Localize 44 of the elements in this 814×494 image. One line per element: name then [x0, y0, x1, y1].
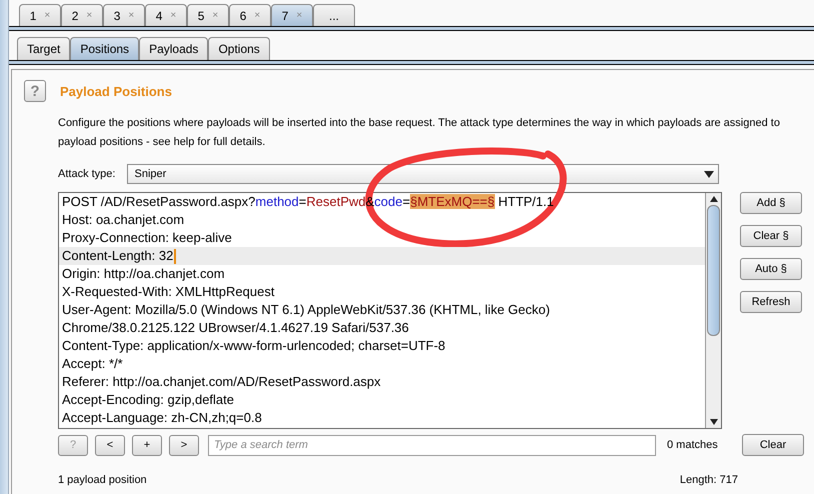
- request-line: Accept: */*: [62, 355, 123, 373]
- attack-tab[interactable]: 2 ×: [61, 4, 103, 26]
- search-field[interactable]: Type a search term: [208, 434, 656, 456]
- side-button[interactable]: Refresh: [740, 291, 802, 313]
- request-line: Host: oa.chanjet.com: [62, 211, 184, 229]
- attack-type-dropdown[interactable]: Sniper: [127, 164, 720, 184]
- section-title: Payload Positions: [60, 84, 172, 98]
- side-button[interactable]: Add §: [740, 192, 802, 214]
- attack-tab[interactable]: 1 ×: [19, 4, 61, 26]
- attack-tab[interactable]: ...: [313, 4, 355, 26]
- request-line: X-Requested-With: XMLHttpRequest: [62, 283, 274, 301]
- side-button[interactable]: Auto §: [740, 258, 802, 280]
- tab[interactable]: Options: [208, 37, 270, 60]
- clear-button[interactable]: Clear: [742, 434, 804, 456]
- attack-tab[interactable]: 5 ×: [187, 4, 229, 26]
- payload-position-count: 1 payload position: [58, 474, 147, 486]
- request-line: Content-Length: 32: [62, 247, 174, 265]
- request-editor[interactable]: [58, 192, 722, 429]
- request-line: User-Agent: Mozilla/5.0 (Windows NT 6.1) AppleWebKit/537.36 (KHTML, like Gecko): [62, 301, 550, 319]
- dropdown-arrow-icon: [704, 170, 714, 178]
- request-line: Origin: http://oa.chanjet.com: [62, 265, 225, 283]
- vertical-scrollbar[interactable]: [705, 193, 721, 428]
- attack-tab[interactable]: 6 ×: [229, 4, 271, 26]
- tab[interactable]: Target: [17, 37, 70, 60]
- match-count: 0 matches: [667, 439, 719, 451]
- request-length: Length: 717: [680, 474, 738, 486]
- request-line: Content-Type: application/x-www-form-urlencoded; charset=UTF-8: [62, 337, 446, 355]
- text-cursor: [174, 248, 176, 264]
- search-nav-button[interactable]: +: [132, 434, 162, 456]
- search-nav-button[interactable]: >: [169, 434, 199, 456]
- request-line: Accept-Encoding: gzip,deflate: [62, 391, 234, 409]
- attack-tab[interactable]: 4 ×: [145, 4, 187, 26]
- tab[interactable]: Payloads: [139, 37, 208, 60]
- tab[interactable]: Positions: [70, 37, 140, 60]
- attack-tab[interactable]: 3 ×: [103, 4, 145, 26]
- request-line: Accept-Language: zh-CN,zh;q=0.8: [62, 409, 262, 427]
- description-text: Configure the positions where payloads will be inserted into the base request. The attack type determines the way in which payloads are assigned to payload positions - see help for full details.: [58, 116, 781, 150]
- search-nav-button[interactable]: <: [95, 434, 125, 456]
- request-line: Referer: http://oa.chanjet.com/AD/ResetPassword.aspx: [62, 373, 381, 391]
- request-line: Chrome/38.0.2125.122 UBrowser/4.1.4627.19 Safari/537.36: [62, 319, 409, 337]
- attack-type-label: Attack type:: [58, 168, 116, 180]
- request-line: Proxy-Connection: keep-alive: [62, 229, 232, 247]
- attack-tab[interactable]: 7 ×: [271, 4, 313, 26]
- side-button[interactable]: Clear §: [740, 225, 802, 247]
